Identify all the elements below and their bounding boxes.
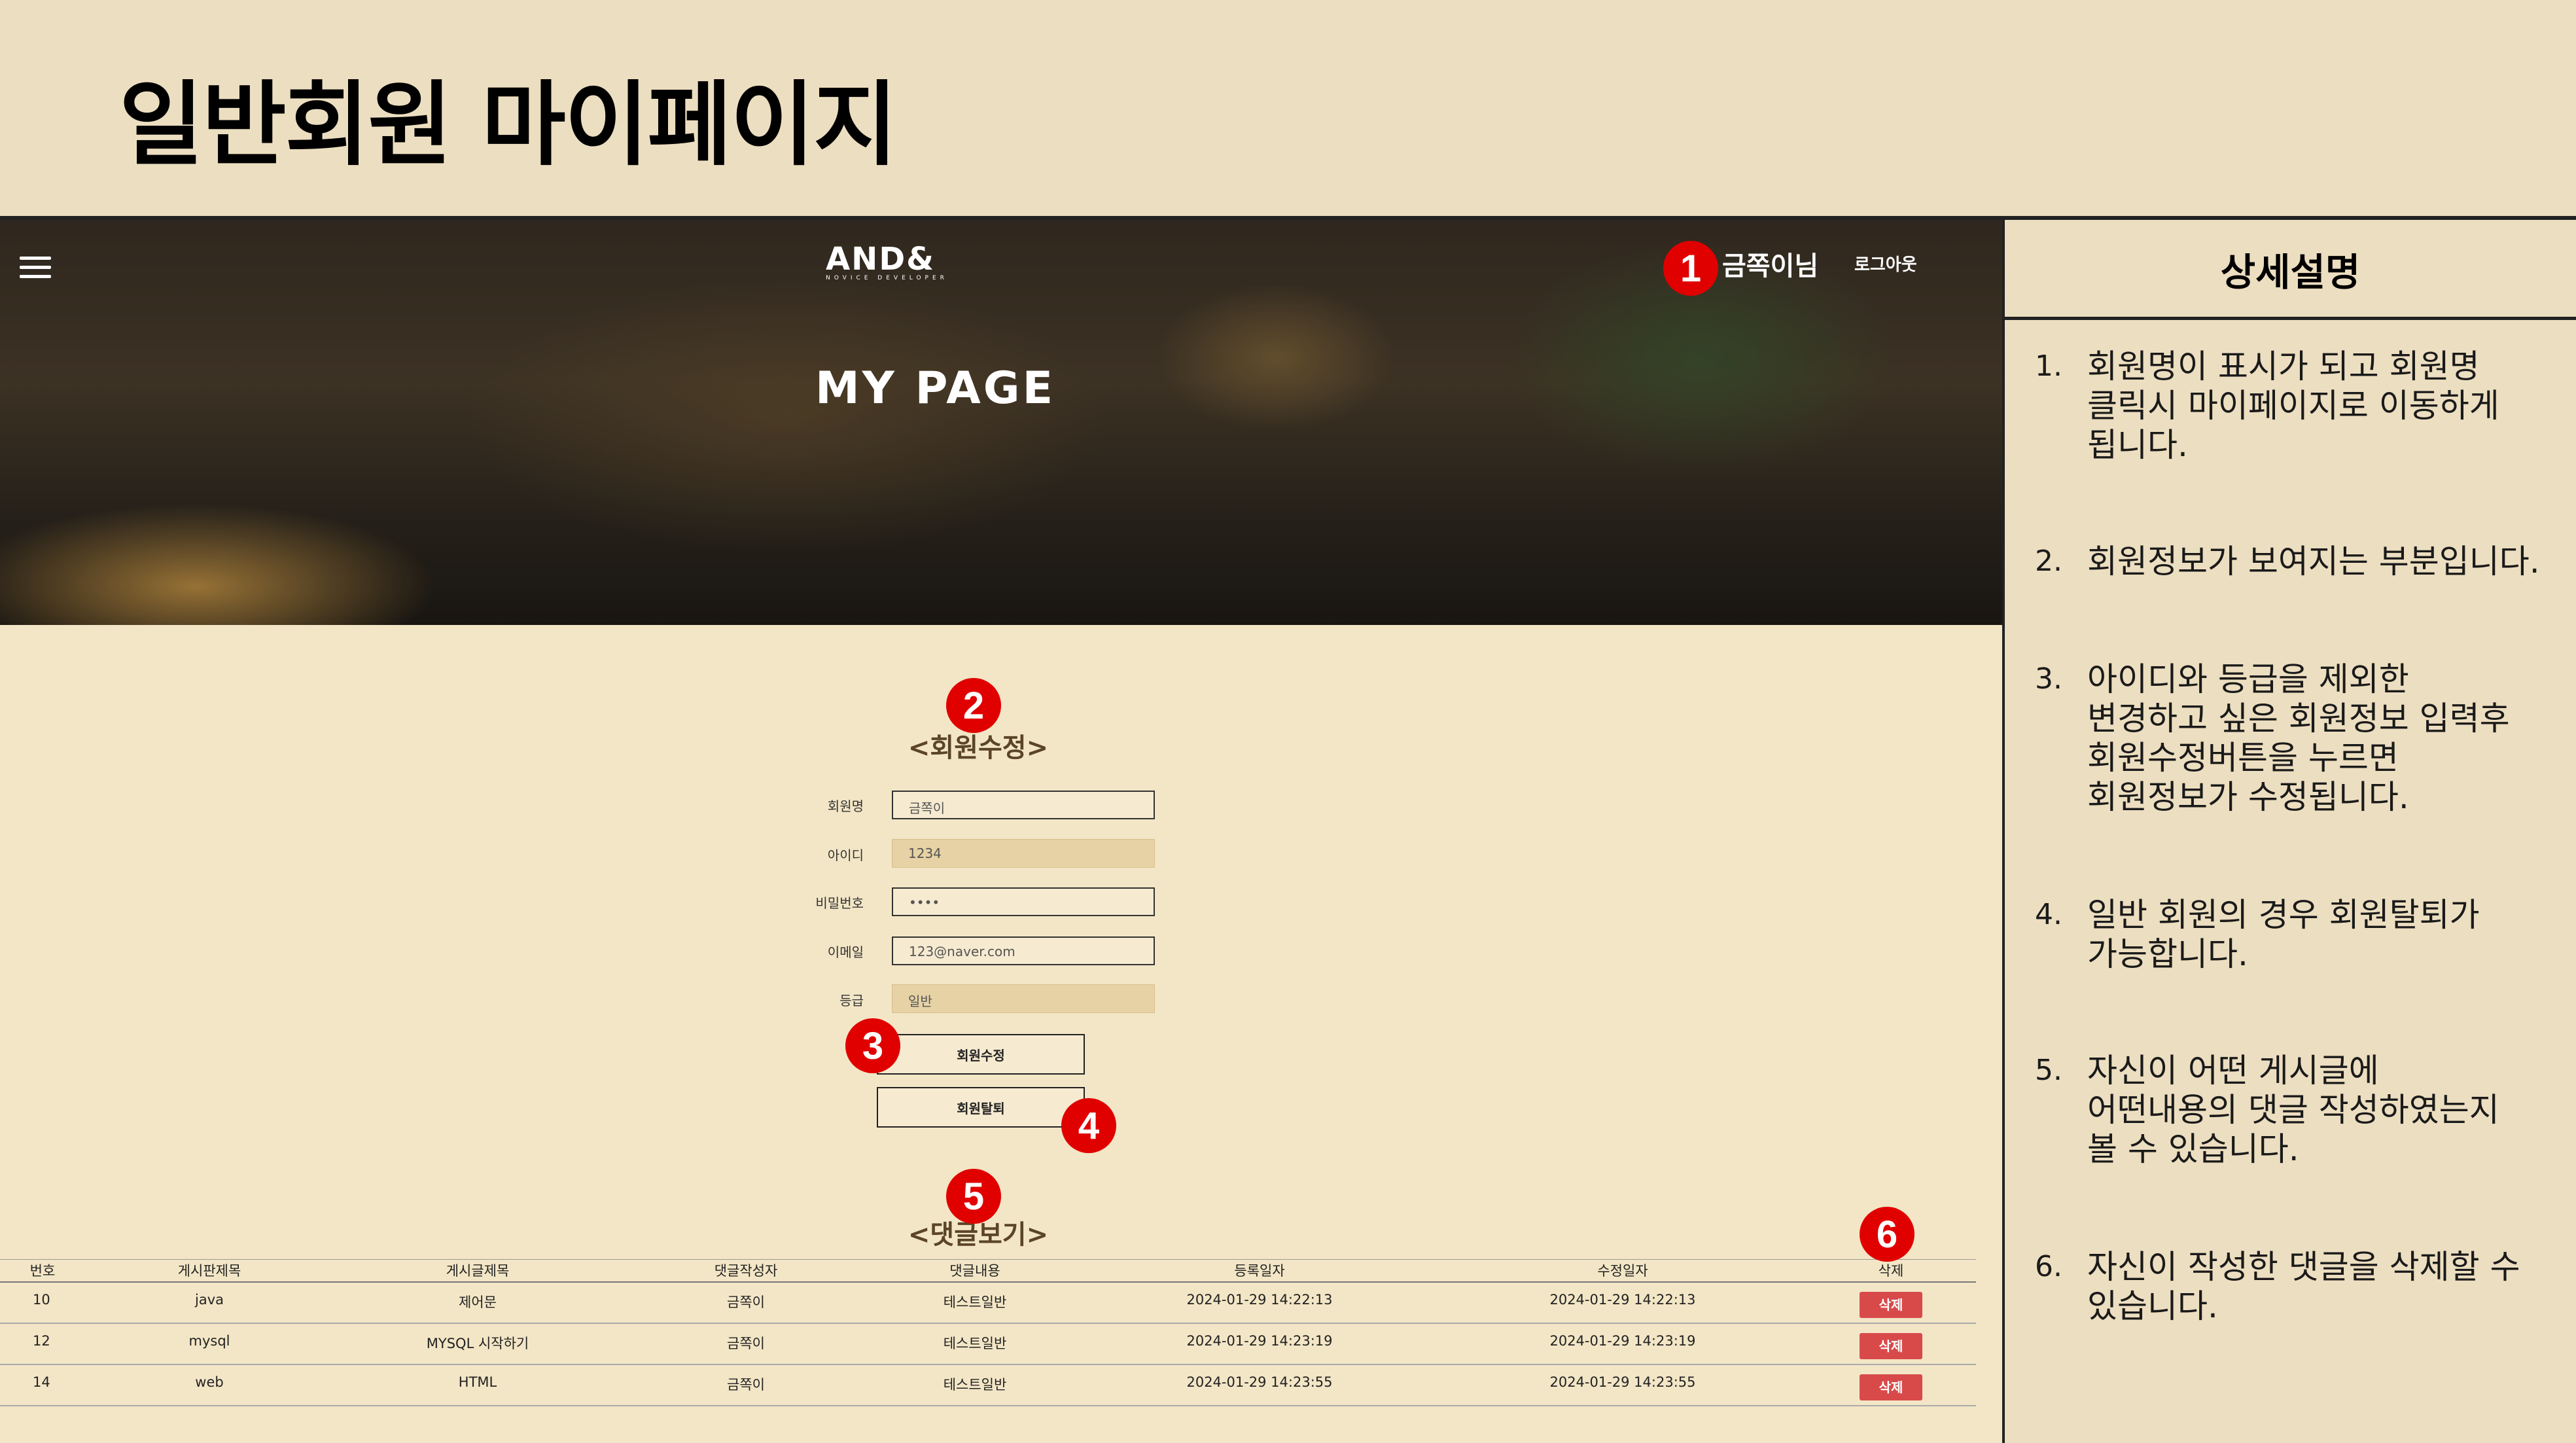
delete-comment-button[interactable]: 삭제: [1860, 1291, 1922, 1318]
table-row: 10 java 제어문 금쪽이 테스트일반 2024-01-29 14:22:1…: [0, 1281, 1976, 1324]
annotation-badge-5: 5: [946, 1169, 1001, 1224]
grade-field: 일반: [892, 984, 1155, 1013]
col-header-updated: 수정일자: [1439, 1259, 1806, 1283]
col-header-writer: 댓글작성자: [622, 1259, 870, 1283]
field-label-grade: 등급: [839, 993, 864, 1008]
cell-post: MYSQL 시작하기: [334, 1323, 622, 1365]
cell-no: 14: [0, 1364, 85, 1406]
hamburger-menu-icon[interactable]: [20, 257, 51, 279]
table-row: 12 mysql MYSQL 시작하기 금쪽이 테스트일반 2024-01-29…: [0, 1323, 1976, 1365]
cell-post: HTML: [334, 1364, 622, 1406]
cell-updated: 2024-01-29 14:23:19: [1439, 1323, 1806, 1365]
detail-text: 아이디와 등급을 제외한 변경하고 싶은 회원정보 입력후 회원수정버튼을 누르…: [2087, 660, 2510, 816]
detail-text: 회원정보가 보여지는 부분입니다.: [2087, 543, 2540, 580]
col-header-no: 번호: [0, 1259, 85, 1283]
detail-text: 일반 회원의 경우 회원탈퇴가 가능합니다.: [2087, 896, 2480, 973]
detail-item-2: 2. 회원정보가 보여지는 부분입니다.: [2035, 542, 2571, 581]
comments-table: 번호 게시판제목 게시글제목 댓글작성자 댓글내용 등록일자 수정일자 삭제 1…: [0, 1259, 1976, 1406]
details-title-rule: [2005, 317, 2576, 320]
field-label-password: 비밀번호: [815, 895, 864, 911]
cell-writer: 금쪽이: [622, 1281, 870, 1324]
cell-board: web: [85, 1364, 334, 1406]
email-field[interactable]: 123@naver.com: [892, 936, 1155, 965]
cell-created: 2024-01-29 14:22:13: [1080, 1281, 1439, 1324]
detail-item-4: 4. 일반 회원의 경우 회원탈퇴가 가능합니다.: [2035, 895, 2571, 974]
detail-number: 3.: [2035, 662, 2062, 696]
user-name-link[interactable]: 금쪽이님: [1722, 245, 1818, 283]
detail-number: 4.: [2035, 898, 2062, 931]
cell-post: 제어문: [334, 1281, 622, 1324]
logout-link[interactable]: 로그아웃: [1854, 251, 1917, 276]
field-label-email: 이메일: [827, 944, 864, 960]
member-withdraw-button[interactable]: 회원탈퇴: [877, 1087, 1085, 1128]
detail-item-3: 3. 아이디와 등급을 제외한 변경하고 싶은 회원정보 입력후 회원수정버튼을…: [2035, 660, 2571, 817]
detail-text: 회원명이 표시가 되고 회원명 클릭시 마이페이지로 이동하게 됩니다.: [2087, 347, 2499, 464]
cell-delete: 삭제: [1806, 1323, 1976, 1365]
detail-text: 자신이 작성한 댓글을 삭제할 수 있습니다.: [2087, 1248, 2520, 1325]
col-header-content: 댓글내용: [870, 1259, 1080, 1283]
cell-writer: 금쪽이: [622, 1323, 870, 1365]
table-row: 14 web HTML 금쪽이 테스트일반 2024-01-29 14:23:5…: [0, 1364, 1976, 1406]
detail-number: 5.: [2035, 1054, 2062, 1087]
details-title: 상세설명: [2220, 250, 2361, 294]
detail-item-1: 1. 회원명이 표시가 되고 회원명 클릭시 마이페이지로 이동하게 됩니다.: [2035, 347, 2571, 465]
detail-number: 2.: [2035, 544, 2062, 578]
cell-content: 테스트일반: [870, 1281, 1080, 1324]
screenshot-area: AND& NOVICE DEVELOPER MY PAGE 금쪽이님 로그아웃 …: [0, 220, 2003, 1443]
cell-board: mysql: [85, 1323, 334, 1365]
field-label-id: 아이디: [827, 847, 864, 863]
col-header-delete: 삭제: [1806, 1259, 1976, 1283]
detail-item-5: 5. 자신이 어떤 게시글에 어떤내용의 댓글 작성하였는지 볼 수 있습니다.: [2035, 1051, 2571, 1169]
member-update-button[interactable]: 회원수정: [877, 1034, 1085, 1075]
delete-comment-button[interactable]: 삭제: [1860, 1374, 1922, 1400]
cell-updated: 2024-01-29 14:23:55: [1439, 1364, 1806, 1406]
detail-item-6: 6. 자신이 작성한 댓글을 삭제할 수 있습니다.: [2035, 1247, 2571, 1326]
logo-text: AND&: [826, 241, 936, 277]
annotation-badge-2: 2: [946, 678, 1001, 733]
detail-text: 자신이 어떤 게시글에 어떤내용의 댓글 작성하였는지 볼 수 있습니다.: [2087, 1052, 2499, 1168]
cell-writer: 금쪽이: [622, 1364, 870, 1406]
col-header-board: 게시판제목: [85, 1259, 334, 1283]
annotation-badge-3: 3: [845, 1018, 900, 1073]
annotation-badge-4: 4: [1061, 1098, 1116, 1153]
cell-no: 12: [0, 1323, 85, 1365]
cell-no: 10: [0, 1281, 85, 1324]
col-header-created: 등록일자: [1080, 1259, 1439, 1283]
col-header-post: 게시글제목: [334, 1259, 622, 1283]
slide-title: 일반회원 마이페이지: [119, 72, 898, 179]
cell-updated: 2024-01-29 14:22:13: [1439, 1281, 1806, 1324]
annotation-badge-1: 1: [1663, 241, 1718, 296]
panel-divider: [2002, 220, 2005, 1443]
id-field: 1234: [892, 839, 1155, 868]
hero-title: MY PAGE: [815, 363, 1056, 414]
cell-delete: 삭제: [1806, 1364, 1976, 1406]
cell-delete: 삭제: [1806, 1281, 1976, 1324]
annotation-badge-6: 6: [1860, 1207, 1914, 1262]
detail-number: 6.: [2035, 1250, 2062, 1283]
delete-comment-button[interactable]: 삭제: [1860, 1332, 1922, 1359]
cell-content: 테스트일반: [870, 1364, 1080, 1406]
password-field[interactable]: ••••: [892, 887, 1155, 916]
cell-created: 2024-01-29 14:23:55: [1080, 1364, 1439, 1406]
field-label-name: 회원명: [827, 798, 864, 814]
table-header-row: 번호 게시판제목 게시글제목 댓글작성자 댓글내용 등록일자 수정일자 삭제: [0, 1259, 1976, 1283]
site-logo[interactable]: AND& NOVICE DEVELOPER: [826, 241, 948, 281]
name-field[interactable]: 금쪽이: [892, 791, 1155, 819]
logo-subtext: NOVICE DEVELOPER: [826, 275, 948, 281]
detail-number: 1.: [2035, 349, 2062, 383]
cell-created: 2024-01-29 14:23:19: [1080, 1323, 1439, 1365]
cell-board: java: [85, 1281, 334, 1324]
cell-content: 테스트일반: [870, 1323, 1080, 1365]
